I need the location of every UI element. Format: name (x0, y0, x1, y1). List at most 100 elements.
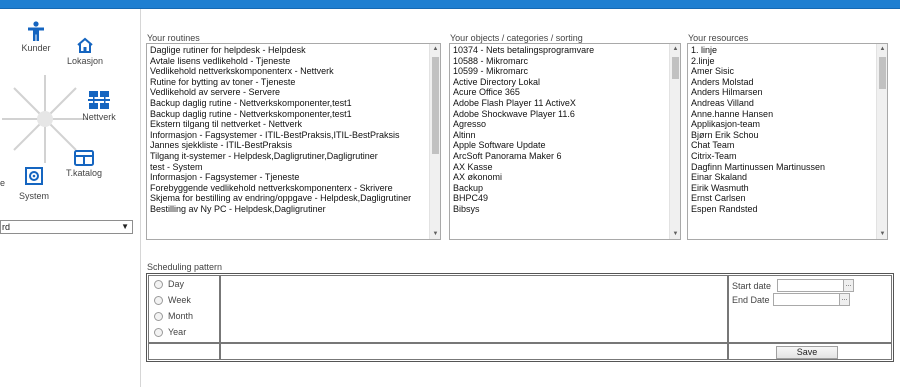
list-item[interactable]: Vedlikehold av servere - Servere (150, 87, 440, 98)
list-item[interactable]: ArcSoft Panorama Maker 6 (453, 151, 680, 162)
routines-listbox[interactable]: Daglige rutiner for helpdesk - Helpdesk A… (146, 43, 441, 240)
objects-scrollbar[interactable]: ▲ ▼ (669, 44, 680, 239)
nav-lokasjon[interactable]: Lokasjon (60, 37, 110, 66)
list-item[interactable]: test - System (150, 162, 440, 173)
home-icon (77, 37, 93, 53)
list-item[interactable]: Bestilling av Ny PC - Helpdesk,Dagligrut… (150, 204, 440, 215)
list-item[interactable]: Andreas Villand (691, 98, 887, 109)
start-date-label: Start date (732, 281, 772, 291)
routines-list: Daglige rutiner for helpdesk - Helpdesk A… (147, 44, 440, 215)
list-item[interactable]: Einar Skaland (691, 172, 887, 183)
radio-button[interactable] (154, 311, 163, 321)
list-item[interactable]: Ekstern tilgang til nettverket - Nettver… (150, 119, 440, 130)
radio-button[interactable] (154, 295, 163, 305)
save-button[interactable]: Save (776, 346, 838, 359)
scroll-up-icon[interactable]: ▲ (670, 46, 680, 52)
resources-scrollbar[interactable]: ▲ ▼ (876, 44, 887, 239)
radio-year-label: Year (168, 327, 187, 337)
list-item[interactable]: Apple Software Update (453, 140, 680, 151)
radio-week-label: Week (168, 295, 191, 305)
list-item[interactable]: 10374 - Nets betalingsprogramvare (453, 45, 680, 56)
scroll-up-icon[interactable]: ▲ (430, 46, 440, 52)
routines-scrollbar[interactable]: ▲ ▼ (429, 44, 440, 239)
top-banner (0, 0, 900, 9)
end-date-picker-button[interactable]: ... (839, 293, 850, 306)
radio-button[interactable] (154, 327, 163, 337)
list-item[interactable]: AX Kasse (453, 162, 680, 173)
nav-select[interactable]: rd ▼ (0, 220, 133, 234)
list-item[interactable]: Backup daglig rutine - Nettverkskomponen… (150, 109, 440, 120)
list-item[interactable]: 2.linje (691, 56, 887, 67)
radio-button[interactable] (154, 279, 163, 289)
list-item[interactable]: Agresso (453, 119, 680, 130)
scroll-thumb[interactable] (672, 57, 679, 79)
list-item[interactable]: Rutine for bytting av toner - Tjeneste (150, 77, 440, 88)
list-item[interactable]: Applikasjon-team (691, 119, 887, 130)
list-item[interactable]: Tilgang it-systemer - Helpdesk,Dagligrut… (150, 151, 440, 162)
list-item[interactable]: 10588 - Mikromarc (453, 56, 680, 67)
list-item[interactable]: Avtale lisens vedlikehold - Tjeneste (150, 56, 440, 67)
list-item[interactable]: Anders Molstad (691, 77, 887, 88)
list-item[interactable]: Backup (453, 183, 680, 194)
list-item[interactable]: Acure Office 365 (453, 87, 680, 98)
list-item[interactable]: Adobe Shockwave Player 11.6 (453, 109, 680, 120)
resources-list: 1. linje 2.linje Amer Sisic Anders Molstad A… (688, 44, 887, 215)
list-item[interactable]: Bibsys (453, 204, 680, 215)
end-date-input[interactable] (773, 293, 840, 306)
list-item[interactable]: Eirik Wasmuth (691, 183, 887, 194)
scroll-thumb[interactable] (432, 57, 439, 154)
nav-tkatalog[interactable]: T.katalog (63, 150, 105, 178)
list-item[interactable]: Altinn (453, 130, 680, 141)
scroll-up-icon[interactable]: ▲ (877, 46, 887, 52)
list-item[interactable]: Jannes sjekkliste - ITIL-BestPraksis (150, 140, 440, 151)
list-item[interactable]: Informasjon - Fagsystemer - ITIL-BestPra… (150, 130, 440, 141)
radio-day[interactable]: Day (154, 279, 184, 289)
scroll-down-icon[interactable]: ▼ (670, 231, 680, 237)
nav-system[interactable]: System (14, 167, 54, 201)
list-item[interactable]: BHPC49 (453, 193, 680, 204)
nav-nettverk-label: Nettverk (82, 112, 116, 122)
list-item[interactable]: Daglige rutiner for helpdesk - Helpdesk (150, 45, 440, 56)
list-item[interactable]: Citrix-Team (691, 151, 887, 162)
list-item[interactable]: 1. linje (691, 45, 887, 56)
radio-week[interactable]: Week (154, 295, 191, 305)
scroll-thumb[interactable] (879, 57, 886, 89)
nav-nettverk[interactable]: Nettverk (78, 90, 120, 122)
list-item[interactable]: Adobe Flash Player 11 ActiveX (453, 98, 680, 109)
radio-month[interactable]: Month (154, 311, 193, 321)
objects-listbox[interactable]: 10374 - Nets betalingsprogramvare 10588 -… (449, 43, 681, 240)
start-date-input[interactable] (777, 279, 844, 292)
list-item[interactable]: Anders Hilmarsen (691, 87, 887, 98)
nav-kunder[interactable]: Kunder (16, 21, 56, 53)
list-item[interactable]: Amer Sisic (691, 66, 887, 77)
list-item[interactable]: Backup daglig rutine - Nettverkskomponen… (150, 98, 440, 109)
list-item[interactable]: Anne.hanne Hansen (691, 109, 887, 120)
list-item[interactable]: Active Directory Lokal (453, 77, 680, 88)
start-date-picker-button[interactable]: ... (843, 279, 854, 292)
nav-partial-item[interactable]: e (0, 176, 8, 188)
list-item[interactable]: Chat Team (691, 140, 887, 151)
list-item[interactable]: Skjema for bestilling av endring/oppgave… (150, 193, 440, 204)
list-item[interactable]: Ernst Carlsen (691, 193, 887, 204)
radio-month-label: Month (168, 311, 194, 321)
resources-label: Your resources (688, 33, 749, 43)
scroll-down-icon[interactable]: ▼ (430, 231, 440, 237)
list-item[interactable]: Vedlikehold nettverkskomponenterx - Nett… (150, 66, 440, 77)
list-item[interactable]: Espen Randsted (691, 204, 887, 215)
date-range-cell: Start date ... End Date ... (728, 275, 892, 343)
end-date-label: End Date (732, 295, 770, 305)
list-item[interactable]: AX økonomi (453, 172, 680, 183)
resources-listbox[interactable]: 1. linje 2.linje Amer Sisic Anders Molstad A… (687, 43, 888, 240)
footer-cell-right: Save (728, 343, 892, 360)
routines-label: Your routines (147, 33, 200, 43)
list-item[interactable]: Informasjon - Fagsystemer - Tjeneste (150, 172, 440, 183)
left-navigation: Kunder Lokasjon Nettverk T.katalog Syste… (0, 9, 141, 387)
list-item[interactable]: Bjørn Erik Schou (691, 130, 887, 141)
scroll-down-icon[interactable]: ▼ (877, 231, 887, 237)
nav-system-label: System (18, 191, 49, 201)
radio-year[interactable]: Year (154, 327, 186, 337)
list-item[interactable]: Dagfinn Martinussen Martinussen (691, 162, 887, 173)
network-icon (88, 91, 110, 109)
list-item[interactable]: 10599 - Mikromarc (453, 66, 680, 77)
list-item[interactable]: Forebyggende vedlikehold nettverkskompon… (150, 183, 440, 194)
